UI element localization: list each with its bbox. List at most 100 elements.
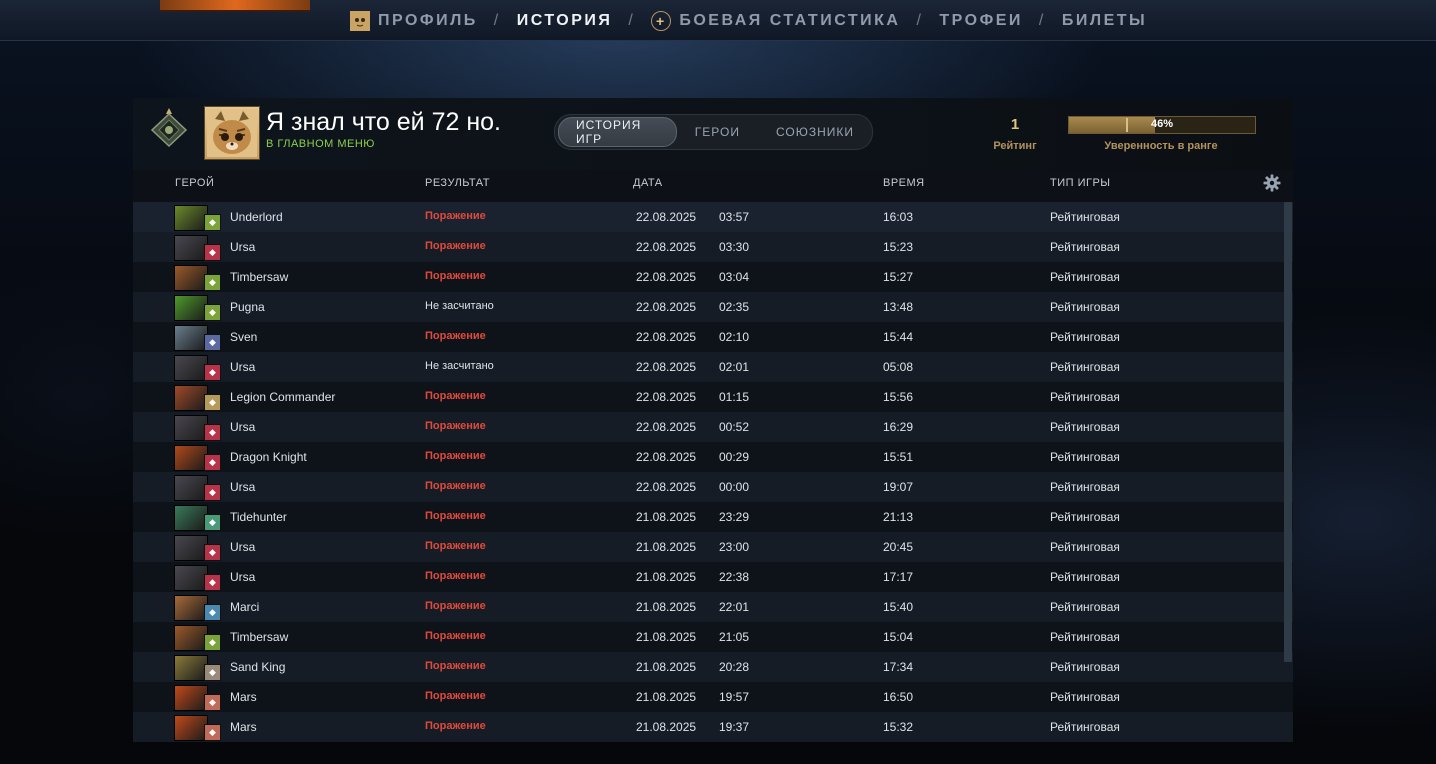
match-duration: 15:32 xyxy=(883,720,914,734)
nav-battle-stats[interactable]: + БОЕВАЯ СТАТИСТИКА xyxy=(651,11,900,31)
match-start-time: 22:01 xyxy=(719,600,750,614)
hero-portrait-icon xyxy=(174,505,208,531)
match-result: Поражение xyxy=(425,270,486,282)
hero-portrait-icon xyxy=(174,295,208,321)
hero-portrait-icon xyxy=(174,565,208,591)
settings-gear-icon[interactable] xyxy=(1263,174,1281,192)
match-row[interactable]: ◆ Ursa Поражение 21.08.2025 22:38 17:17 … xyxy=(133,562,1293,592)
match-result: Поражение xyxy=(425,480,486,492)
match-row[interactable]: ◆ Ursa Поражение 21.08.2025 23:00 20:45 … xyxy=(133,532,1293,562)
match-date: 22.08.2025 xyxy=(636,330,697,344)
player-name: Я знал что ей 72 но. xyxy=(266,108,501,136)
match-hero-name: Tidehunter xyxy=(230,510,287,524)
nav-tickets[interactable]: БИЛЕТЫ xyxy=(1062,12,1147,30)
col-time[interactable]: ВРЕМЯ xyxy=(883,177,925,189)
col-date[interactable]: ДАТА xyxy=(633,177,663,189)
col-hero[interactable]: ГЕРОЙ xyxy=(175,177,214,189)
match-date: 21.08.2025 xyxy=(636,720,697,734)
match-date: 22.08.2025 xyxy=(636,360,697,374)
match-row[interactable]: ◆ Ursa Поражение 22.08.2025 03:30 15:23 … xyxy=(133,232,1293,262)
player-avatar[interactable] xyxy=(204,106,260,160)
match-row[interactable]: ◆ Pugna Не засчитано 22.08.2025 02:35 13… xyxy=(133,292,1293,322)
match-duration: 15:51 xyxy=(883,450,914,464)
tab-heroes[interactable]: ГЕРОИ xyxy=(677,118,758,146)
match-row[interactable]: ◆ Underlord Поражение 22.08.2025 03:57 1… xyxy=(133,202,1293,232)
match-row[interactable]: ◆ Ursa Не засчитано 22.08.2025 02:01 05:… xyxy=(133,352,1293,382)
hero-role-icon: ◆ xyxy=(204,484,221,501)
hero-role-icon: ◆ xyxy=(204,274,221,291)
rank-medal-icon xyxy=(148,106,190,148)
hero-portrait-icon xyxy=(174,235,208,261)
match-row[interactable]: ◆ Marci Поражение 21.08.2025 22:01 15:40… xyxy=(133,592,1293,622)
match-duration: 15:23 xyxy=(883,240,914,254)
match-game-mode: Рейтинговая xyxy=(1050,300,1120,314)
nav-history-label: ИСТОРИЯ xyxy=(516,12,613,29)
match-game-mode: Рейтинговая xyxy=(1050,270,1120,284)
plus-icon: + xyxy=(651,11,672,31)
nav-profile[interactable]: ПРОФИЛЬ xyxy=(350,11,478,31)
match-result: Поражение xyxy=(425,540,486,552)
hero-role-icon: ◆ xyxy=(204,544,221,561)
hero-portrait-icon xyxy=(174,265,208,291)
match-row[interactable]: ◆ Timbersaw Поражение 21.08.2025 21:05 1… xyxy=(133,622,1293,652)
match-result: Поражение xyxy=(425,600,486,612)
match-date: 22.08.2025 xyxy=(636,390,697,404)
match-result: Не засчитано xyxy=(425,360,494,372)
match-game-mode: Рейтинговая xyxy=(1050,540,1120,554)
tab-match-history[interactable]: ИСТОРИЯ ИГР xyxy=(558,117,677,147)
hero-portrait-icon xyxy=(174,655,208,681)
match-date: 21.08.2025 xyxy=(636,600,697,614)
match-duration: 20:45 xyxy=(883,540,914,554)
nav-separator: / xyxy=(916,12,924,29)
match-row[interactable]: ◆ Mars Поражение 21.08.2025 19:37 15:32 … xyxy=(133,712,1293,742)
match-duration: 15:44 xyxy=(883,330,914,344)
hero-role-icon: ◆ xyxy=(204,634,221,651)
match-hero-name: Ursa xyxy=(230,240,256,254)
match-row[interactable]: ◆ Legion Commander Поражение 22.08.2025 … xyxy=(133,382,1293,412)
match-game-mode: Рейтинговая xyxy=(1050,720,1120,734)
hero-portrait-icon xyxy=(174,715,208,741)
match-date: 22.08.2025 xyxy=(636,240,697,254)
match-start-time: 21:05 xyxy=(719,630,750,644)
match-row[interactable]: ◆ Mars Поражение 21.08.2025 19:57 16:50 … xyxy=(133,682,1293,712)
hero-role-icon: ◆ xyxy=(204,304,221,321)
tab-allies[interactable]: СОЮЗНИКИ xyxy=(758,118,872,146)
nav-history[interactable]: ИСТОРИЯ xyxy=(517,12,613,30)
match-row[interactable]: ◆ Sven Поражение 22.08.2025 02:10 15:44 … xyxy=(133,322,1293,352)
hero-portrait-icon xyxy=(174,415,208,441)
match-duration: 19:07 xyxy=(883,480,914,494)
rank-confidence-percent: 46% xyxy=(1150,118,1174,130)
match-start-time: 00:52 xyxy=(719,420,750,434)
match-row[interactable]: ◆ Ursa Поражение 22.08.2025 00:52 16:29 … xyxy=(133,412,1293,442)
match-result: Поражение xyxy=(425,630,486,642)
match-start-time: 03:57 xyxy=(719,210,750,224)
match-start-time: 20:28 xyxy=(719,660,750,674)
match-list-scrollbar[interactable] xyxy=(1284,202,1292,662)
hero-role-icon: ◆ xyxy=(204,724,221,741)
hero-role-icon: ◆ xyxy=(204,664,221,681)
nav-trophies[interactable]: ТРОФЕИ xyxy=(939,12,1023,30)
match-row[interactable]: ◆ Sand King Поражение 21.08.2025 20:28 1… xyxy=(133,652,1293,682)
hero-portrait-icon xyxy=(174,385,208,411)
match-duration: 15:40 xyxy=(883,600,914,614)
col-result[interactable]: РЕЗУЛЬТАТ xyxy=(425,177,490,189)
match-hero-name: Ursa xyxy=(230,420,256,434)
match-hero-name: Mars xyxy=(230,720,257,734)
match-row[interactable]: ◆ Ursa Поражение 22.08.2025 00:00 19:07 … xyxy=(133,472,1293,502)
match-duration: 16:29 xyxy=(883,420,914,434)
match-hero-name: Ursa xyxy=(230,540,256,554)
match-date: 21.08.2025 xyxy=(636,510,697,524)
match-duration: 15:04 xyxy=(883,630,914,644)
match-game-mode: Рейтинговая xyxy=(1050,690,1120,704)
match-result: Поражение xyxy=(425,510,486,522)
match-game-mode: Рейтинговая xyxy=(1050,330,1120,344)
match-row[interactable]: ◆ Dragon Knight Поражение 22.08.2025 00:… xyxy=(133,442,1293,472)
match-date: 21.08.2025 xyxy=(636,630,697,644)
match-row[interactable]: ◆ Tidehunter Поражение 21.08.2025 23:29 … xyxy=(133,502,1293,532)
match-game-mode: Рейтинговая xyxy=(1050,510,1120,524)
nav-separator: / xyxy=(493,12,501,29)
match-game-mode: Рейтинговая xyxy=(1050,480,1120,494)
match-row[interactable]: ◆ Timbersaw Поражение 22.08.2025 03:04 1… xyxy=(133,262,1293,292)
col-game-mode[interactable]: ТИП ИГРЫ xyxy=(1050,177,1111,189)
match-start-time: 00:00 xyxy=(719,480,750,494)
